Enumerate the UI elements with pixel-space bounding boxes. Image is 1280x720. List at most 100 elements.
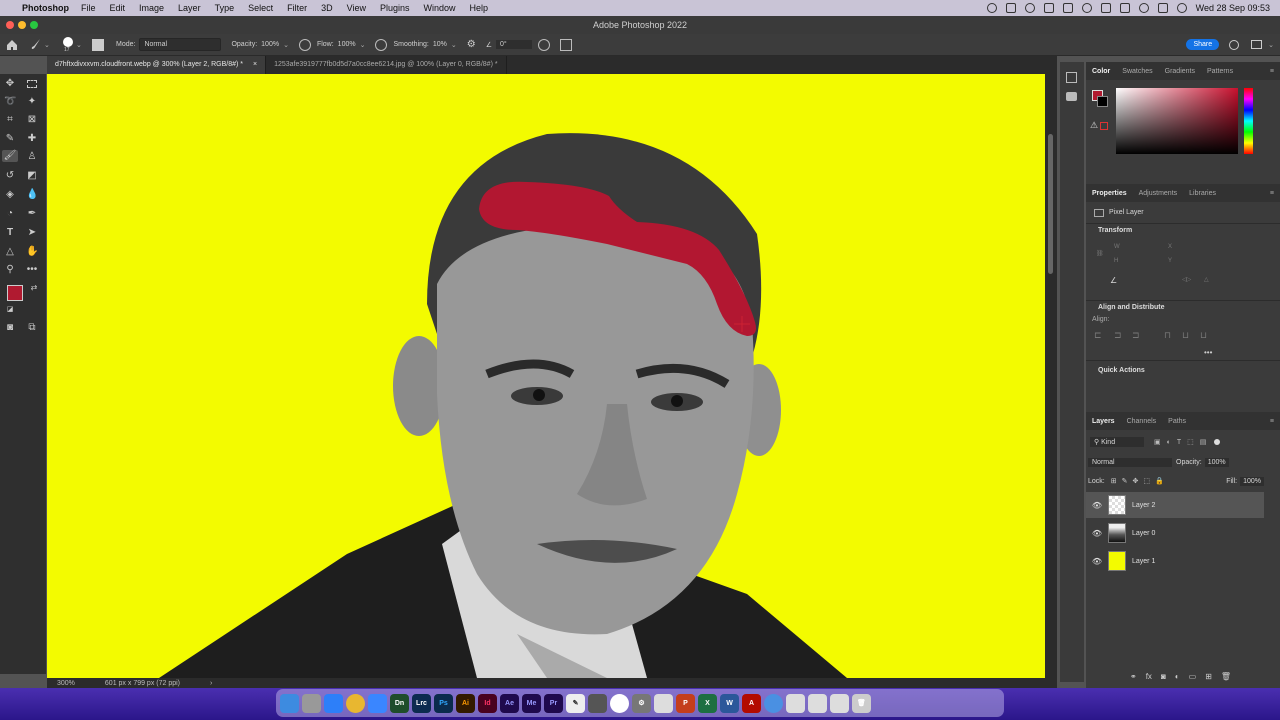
link-dimensions-icon[interactable]: ⛓ — [1096, 250, 1104, 257]
scroll-thumb[interactable] — [1048, 134, 1053, 274]
tab-document-2[interactable]: 1253afe3919777fb0d5d7a0cc8ee6214.jpg @ 1… — [266, 56, 507, 74]
shape-tool-icon[interactable]: △ — [4, 246, 16, 258]
menu-image[interactable]: Image — [139, 3, 164, 13]
layer-row-layer-1[interactable]: 👁 Layer 1 — [1086, 548, 1264, 574]
blur-tool-icon[interactable]: 💧 — [26, 189, 38, 201]
visibility-eye-icon[interactable]: 👁 — [1086, 529, 1108, 538]
history-panel-icon[interactable] — [1066, 72, 1077, 83]
menu-layer[interactable]: Layer — [178, 3, 201, 13]
smoothing-value[interactable]: 10% — [433, 41, 447, 48]
creative-cloud-icon[interactable] — [1024, 3, 1035, 13]
tab-channels[interactable]: Channels — [1121, 418, 1163, 425]
layer-row-layer-2[interactable]: 👁 Layer 2 — [1086, 492, 1264, 518]
dock-indesign-icon[interactable]: Id — [478, 693, 497, 713]
more-tools-icon[interactable]: ••• — [26, 264, 38, 276]
dock-powerpoint-icon[interactable]: P — [676, 693, 695, 713]
status-menu-chevron-icon[interactable]: › — [210, 680, 212, 687]
dock-after-effects-icon[interactable]: Ae — [500, 693, 519, 713]
layer-name[interactable]: Layer 1 — [1132, 558, 1155, 565]
workspace-icon[interactable] — [1251, 40, 1263, 49]
search-icon[interactable] — [1229, 39, 1240, 50]
align-center-icon[interactable]: ⊐ — [1114, 330, 1122, 341]
width-field[interactable]: W — [1114, 244, 1120, 250]
dock-mail-icon[interactable] — [368, 693, 387, 713]
menu-window[interactable]: Window — [424, 3, 456, 13]
tab-libraries[interactable]: Libraries — [1183, 190, 1222, 197]
brush-tool-icon[interactable] — [30, 38, 44, 52]
more-options-icon[interactable]: ••• — [1204, 348, 1212, 357]
color-panel-background-swatch[interactable] — [1097, 96, 1108, 107]
menu-help[interactable]: Help — [470, 3, 489, 13]
smoothing-chevron-icon[interactable]: ⌄ — [451, 41, 457, 49]
marquee-tool-icon[interactable] — [26, 78, 38, 90]
zoom-tool-icon[interactable]: ⚲ — [4, 264, 16, 276]
brush-settings-icon[interactable] — [92, 38, 104, 51]
panel-menu-icon[interactable]: ≡ — [1264, 418, 1280, 425]
display-icon[interactable] — [1043, 3, 1054, 13]
align-left-icon[interactable]: ⊏ — [1094, 330, 1102, 341]
clone-stamp-tool-icon[interactable]: ♙ — [26, 151, 38, 163]
dock-safari-icon[interactable] — [324, 693, 343, 713]
share-button[interactable]: Share — [1186, 39, 1220, 50]
dock-launchpad-icon[interactable] — [302, 693, 321, 713]
search-icon[interactable] — [1138, 3, 1149, 13]
app-menu[interactable]: Photoshop — [22, 3, 69, 13]
eraser-tool-icon[interactable]: ◩ — [26, 170, 38, 182]
menu-view[interactable]: View — [347, 3, 366, 13]
eyedropper-tool-icon[interactable]: ✎ — [4, 133, 16, 145]
menu-edit[interactable]: Edit — [110, 3, 126, 13]
pen-tool-icon[interactable]: ✒ — [26, 208, 38, 220]
align-section-header[interactable]: Align and Distribute — [1086, 300, 1280, 314]
default-colors-icon[interactable]: ◪ — [4, 304, 16, 316]
dock-lightroom-icon[interactable]: Lrc — [412, 693, 431, 713]
window-icon[interactable] — [1062, 3, 1073, 13]
siri-icon[interactable] — [1176, 3, 1187, 13]
add-mask-icon[interactable]: ◙ — [1161, 672, 1166, 681]
brush-preset-picker[interactable]: 17 — [60, 36, 76, 54]
home-icon[interactable] — [6, 39, 20, 51]
align-middle-icon[interactable]: ⊔ — [1182, 330, 1189, 341]
opacity-value[interactable]: 100% — [261, 41, 279, 48]
dock-chrome-icon[interactable] — [346, 693, 365, 713]
path-select-tool-icon[interactable]: ➤ — [26, 227, 38, 239]
layer-name[interactable]: Layer 2 — [1132, 502, 1155, 509]
color-picker-field[interactable] — [1116, 88, 1238, 154]
comments-panel-icon[interactable] — [1066, 92, 1077, 101]
tab-gradients[interactable]: Gradients — [1159, 68, 1201, 75]
layer-style-fx-icon[interactable]: fx — [1146, 672, 1152, 681]
mode-select[interactable]: Normal — [139, 38, 222, 51]
fill-value[interactable]: 100% — [1240, 476, 1264, 486]
panel-menu-icon[interactable]: ≡ — [1264, 68, 1280, 75]
tab-adjustments[interactable]: Adjustments — [1133, 190, 1184, 197]
delete-layer-icon[interactable]: 🗑 — [1221, 672, 1231, 681]
align-top-icon[interactable]: ⊓ — [1164, 330, 1171, 341]
x-field[interactable]: X — [1168, 244, 1172, 250]
record-icon[interactable] — [986, 3, 997, 13]
hand-tool-icon[interactable]: ✋ — [26, 246, 38, 258]
flip-vertical-icon[interactable]: △ — [1204, 276, 1209, 283]
filter-toggle-icon[interactable] — [1214, 439, 1221, 445]
tab-color[interactable]: Color — [1086, 68, 1116, 75]
dock-folder-icon[interactable] — [808, 693, 827, 713]
dodge-tool-icon[interactable]: ◔ — [4, 208, 16, 220]
battery-icon[interactable] — [1100, 3, 1111, 13]
dock-trash-icon[interactable]: 🗑 — [852, 693, 871, 713]
pressure-opacity-icon[interactable] — [298, 38, 311, 51]
dock-media-encoder-icon[interactable]: Me — [522, 693, 541, 713]
dock-folder-icon[interactable] — [830, 693, 849, 713]
align-right-icon[interactable]: ⊐ — [1132, 330, 1140, 341]
swap-colors-icon[interactable]: ⇄ — [28, 282, 40, 294]
dock-excel-icon[interactable]: X — [698, 693, 717, 713]
angle-input[interactable]: 0° — [496, 40, 533, 49]
dock-photoshop-icon[interactable]: Ps — [434, 693, 453, 713]
align-bottom-icon[interactable]: ⊔ — [1200, 330, 1207, 341]
tab-patterns[interactable]: Patterns — [1201, 68, 1239, 75]
menu-plugins[interactable]: Plugins — [380, 3, 410, 13]
hue-slider[interactable] — [1244, 88, 1253, 154]
panel-menu-icon[interactable]: ≡ — [1264, 190, 1280, 197]
layer-filter-icons[interactable]: ▣◐T⬚▤ — [1154, 438, 1212, 446]
link-layers-icon[interactable]: ⚭ — [1130, 672, 1137, 681]
minimize-window-icon[interactable] — [18, 21, 26, 29]
visibility-eye-icon[interactable]: 👁 — [1086, 501, 1108, 510]
menu-3d[interactable]: 3D — [321, 3, 333, 13]
